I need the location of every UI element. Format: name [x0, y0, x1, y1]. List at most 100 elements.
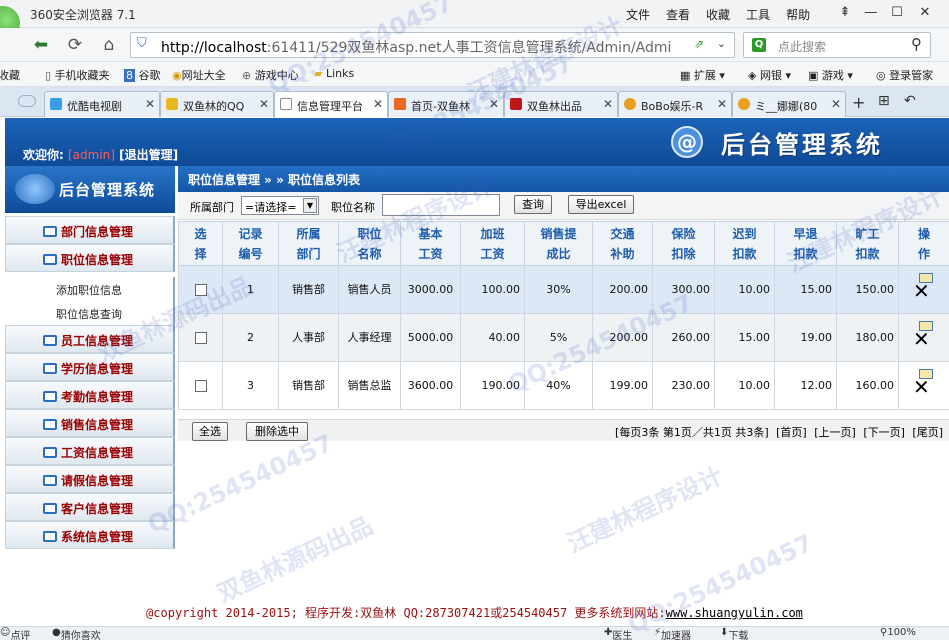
pager-last[interactable]: [尾页] — [912, 426, 943, 439]
tab-close-icon[interactable]: ✕ — [717, 97, 727, 111]
tab-list-icon[interactable]: ⊞ — [878, 93, 890, 109]
close-window-icon[interactable]: ✕ — [914, 5, 936, 23]
menu-favorites[interactable]: 收藏 — [706, 6, 730, 23]
cell-traffic: 200.00 — [593, 266, 653, 314]
pager-first[interactable]: [首页] — [776, 426, 807, 439]
menu-help[interactable]: 帮助 — [786, 6, 810, 23]
select-all-button[interactable]: 全选 — [192, 422, 228, 441]
status-zoom[interactable]: ⚲ 100% — [880, 627, 887, 638]
cell-id: 2 — [223, 314, 279, 362]
system-title: @ 后台管理系统 — [671, 122, 883, 162]
sidebar-item-leave[interactable]: 请假信息管理 — [5, 465, 175, 493]
cell-id: 1 — [223, 266, 279, 314]
sidebar-item-employee[interactable]: 员工信息管理 — [5, 325, 175, 353]
position-name-input[interactable] — [382, 194, 500, 216]
cell-insurance: 260.00 — [653, 314, 715, 362]
table-row: 2 人事部 人事经理 5000.00 40.00 5% 200.00 260.0… — [179, 314, 949, 362]
search-box[interactable]: Q 点此搜索 ⚲ — [743, 32, 931, 58]
tab-close-icon[interactable]: ✕ — [373, 97, 383, 111]
sidebar-item-education[interactable]: 学历信息管理 — [5, 353, 175, 381]
row-checkbox[interactable] — [195, 332, 207, 344]
tab-info-platform[interactable]: 信息管理平台✕ — [274, 91, 388, 118]
sidebar-item-salary[interactable]: 工资信息管理 — [5, 437, 175, 465]
sidebar-item-position[interactable]: 职位信息管理 — [5, 244, 175, 272]
tab-bobo[interactable]: BoBo娱乐-R✕ — [618, 91, 732, 117]
back-icon[interactable]: ⬅ — [28, 33, 54, 57]
new-tab-icon[interactable]: + — [852, 93, 865, 112]
tab-qq[interactable]: 双鱼林的QQ✕ — [160, 91, 274, 117]
query-button[interactable]: 查询 — [514, 195, 552, 214]
bookmark-icon[interactable]: ⇗ — [694, 37, 704, 51]
fav-google[interactable]: 8 谷歌 — [124, 67, 161, 83]
search-icon[interactable]: ⚲ — [911, 35, 922, 53]
browser-menu: 文件 查看 收藏 工具 帮助 — [626, 6, 810, 23]
tab-nana[interactable]: ミ__娜娜(80✕ — [732, 91, 846, 117]
cloud-icon[interactable] — [18, 95, 36, 107]
cell-overtime: 190.00 — [461, 362, 525, 410]
tab-shuangyulin[interactable]: 双鱼林出品✕ — [504, 91, 618, 117]
dept-select[interactable]: =请选择=▼ — [241, 196, 319, 215]
home-icon[interactable]: ⌂ — [96, 33, 122, 57]
fav-collection[interactable]: 收藏 — [0, 67, 20, 83]
fav-game2[interactable]: ▣ 游戏 ▾ — [808, 67, 853, 83]
minimize-icon[interactable]: — — [860, 5, 882, 23]
sidebar-item-system[interactable]: 系统信息管理 — [5, 521, 175, 549]
cell-ops: ✕ — [899, 362, 949, 410]
row-checkbox-cell — [179, 266, 223, 314]
status-doctor[interactable]: ✚ 医生 — [604, 627, 612, 638]
sidebar-sub-add-position[interactable]: 添加职位信息 — [5, 277, 175, 301]
status-review[interactable]: ☺点评 — [0, 627, 10, 638]
refresh-icon[interactable]: ⟳ — [62, 33, 88, 57]
pager-prev[interactable]: [上一页] — [814, 426, 856, 439]
cell-name: 销售人员 — [339, 266, 401, 314]
address-bar[interactable]: ⛉ http://localhost:61411/529双鱼林asp.net人事… — [130, 32, 735, 58]
fav-games[interactable]: ⊕ 游戏中心 — [242, 67, 299, 83]
delete-icon[interactable]: ✕ — [913, 329, 930, 349]
fav-bank[interactable]: ◈ 网银 ▾ — [748, 67, 791, 83]
pager-next[interactable]: [下一页] — [863, 426, 905, 439]
delete-icon[interactable]: ✕ — [913, 377, 930, 397]
sidebar-item-sales[interactable]: 销售信息管理 — [5, 409, 175, 437]
tab-close-icon[interactable]: ✕ — [831, 97, 841, 111]
tab-favicon-icon — [166, 98, 178, 110]
fav-extensions[interactable]: ▦ 扩展 ▾ — [680, 67, 725, 83]
fav-hao123[interactable]: ◉网址大全 — [172, 67, 226, 83]
fav-mobile[interactable]: ▯ 手机收藏夹 — [45, 67, 110, 83]
export-excel-button[interactable]: 导出excel — [568, 195, 634, 214]
cell-overtime: 100.00 — [461, 266, 525, 314]
tab-close-icon[interactable]: ✕ — [603, 97, 613, 111]
fav-login[interactable]: ◎ 登录管家 — [876, 67, 933, 83]
cell-early: 19.00 — [775, 314, 837, 362]
maximize-icon[interactable]: ☐ — [886, 5, 908, 23]
sidebar-item-customer[interactable]: 客户信息管理 — [5, 493, 175, 521]
tab-close-icon[interactable]: ✕ — [489, 97, 499, 111]
row-checkbox[interactable] — [195, 380, 207, 392]
sidebar-item-attendance[interactable]: 考勤信息管理 — [5, 381, 175, 409]
undo-icon[interactable]: ↶ — [904, 93, 916, 109]
cell-overtime: 40.00 — [461, 314, 525, 362]
status-guess[interactable]: ● 猜你喜欢 — [52, 627, 61, 638]
table-row: 3 销售部 销售总监 3600.00 190.00 40% 199.00 230… — [179, 362, 949, 410]
skin-icon[interactable]: ⇞ — [834, 5, 856, 23]
menu-tools[interactable]: 工具 — [746, 6, 770, 23]
sidebar-sub-query-position[interactable]: 职位信息查询 — [5, 301, 175, 325]
tab-home[interactable]: 首页-双鱼林✕ — [388, 91, 504, 117]
status-download[interactable]: ⬇ 下载 — [720, 627, 728, 638]
chevron-down-icon[interactable]: ⌄ — [717, 37, 726, 50]
sidebar-item-department[interactable]: 部门信息管理 — [5, 216, 175, 244]
row-checkbox[interactable] — [195, 284, 207, 296]
delete-selected-button[interactable]: 删除选中 — [246, 422, 308, 441]
tab-close-icon[interactable]: ✕ — [259, 97, 269, 111]
fav-links[interactable]: ▰ Links — [314, 67, 354, 80]
menu-file[interactable]: 文件 — [626, 6, 650, 23]
tab-youku[interactable]: 优酷电视剧✕ — [44, 91, 160, 117]
logout-link[interactable]: [退出管理] — [119, 148, 178, 162]
status-accelerator[interactable]: ⚡加速器 — [654, 627, 661, 638]
site-link[interactable]: www.shuangyulin.com — [666, 606, 803, 620]
menu-view[interactable]: 查看 — [666, 6, 690, 23]
search-engine-icon[interactable]: Q — [752, 38, 766, 52]
tab-close-icon[interactable]: ✕ — [145, 97, 155, 111]
table-header-row: 选择 记录编号 所属部门 职位名称 基本工资 加班工资 销售提成比 交通补助 保… — [179, 222, 949, 266]
delete-icon[interactable]: ✕ — [913, 281, 930, 301]
globe-icon: ◉ — [172, 69, 182, 82]
